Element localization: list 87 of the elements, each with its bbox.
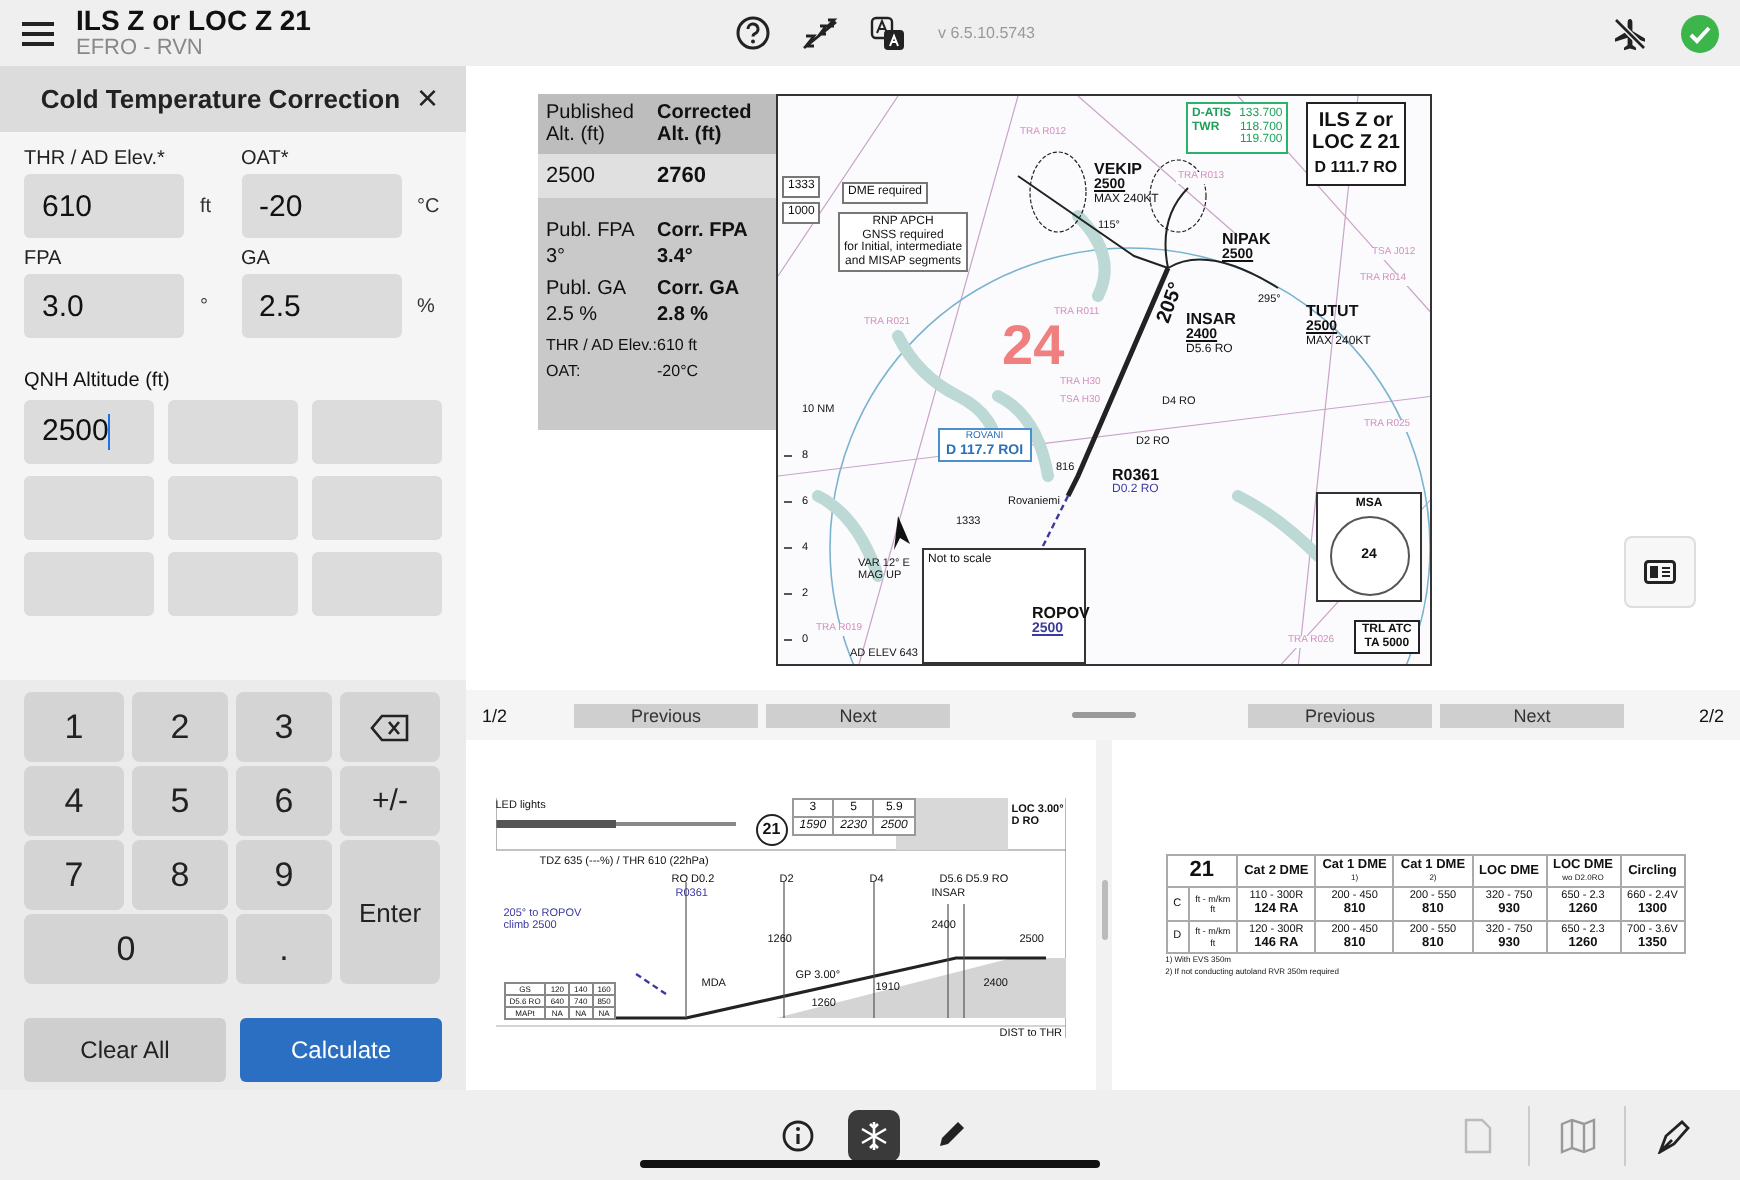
- input-field[interactable]: [312, 400, 442, 464]
- keypad-key[interactable]: 8: [132, 840, 228, 910]
- input-field[interactable]: [168, 400, 298, 464]
- map-icon: [1559, 1117, 1595, 1153]
- previous-button[interactable]: Previous: [1248, 703, 1432, 727]
- scroll-indicator: [1101, 880, 1107, 940]
- table-cell-text: 2.5 %: [546, 304, 600, 326]
- table-cell-text: Corr. FPA: [657, 220, 750, 242]
- clear-button[interactable]: Clear All: [24, 1018, 226, 1082]
- keypad-key[interactable]: 9: [236, 840, 332, 910]
- backspace-key[interactable]: [340, 692, 440, 762]
- input-field[interactable]: [168, 476, 298, 540]
- keypad-key[interactable]: +/-: [340, 766, 440, 836]
- keypad-key[interactable]: 0: [24, 914, 228, 984]
- input-field[interactable]: 2500: [24, 400, 154, 464]
- field-label: THR / AD Elev.*: [24, 148, 167, 170]
- snowflake-icon: [858, 1119, 890, 1151]
- translate-icon[interactable]: [870, 15, 906, 51]
- chart-title: ILS Z or LOC Z 21: [76, 6, 313, 36]
- pen-icon: [1655, 1117, 1691, 1153]
- keypad-key[interactable]: 3: [236, 692, 332, 762]
- unit-label: °C: [417, 195, 440, 217]
- toolbar-button[interactable]: [848, 1109, 900, 1161]
- input-field[interactable]: [312, 476, 442, 540]
- field-label: FPA: [24, 248, 64, 270]
- input-field[interactable]: 610: [24, 174, 184, 238]
- unit-label: %: [417, 295, 435, 317]
- keypad-key[interactable]: .: [236, 914, 332, 984]
- keypad-key[interactable]: 6: [236, 766, 332, 836]
- pencil-icon: [934, 1119, 966, 1151]
- table-cell-text: 2.8 %: [657, 304, 711, 326]
- keypad-key[interactable]: 1: [24, 692, 124, 762]
- table-cell-text: Corrected Alt. (ft): [657, 102, 754, 146]
- runway-label: 21: [755, 813, 788, 845]
- keypad-key[interactable]: 4: [24, 766, 124, 836]
- calculate-button[interactable]: Calculate: [240, 1018, 442, 1082]
- keypad-key[interactable]: 5: [132, 766, 228, 836]
- version-label: v 6.5.10.5743: [938, 24, 1035, 42]
- enter-key[interactable]: Enter: [340, 840, 440, 984]
- input-field[interactable]: -20: [241, 174, 401, 238]
- table-cell: 21: [1166, 855, 1238, 887]
- table-cell-text: OAT:: [546, 362, 583, 380]
- resize-handle[interactable]: [1071, 712, 1135, 718]
- table-cell-text: Publ. FPA: [546, 220, 637, 242]
- unit-label: °: [200, 295, 208, 317]
- input-field[interactable]: 3.0: [24, 274, 184, 338]
- field-label: OAT*: [241, 148, 291, 170]
- next-button[interactable]: Next: [1440, 703, 1624, 727]
- table-cell: THR / AD Elev.:: [546, 336, 657, 354]
- page-indicator: 2/2: [1696, 705, 1726, 725]
- table-cell-text: Publ. GA: [546, 278, 629, 300]
- table-cell-text: 3°: [546, 246, 568, 268]
- field-label: QNH Altitude (ft): [22, 368, 172, 396]
- help-icon[interactable]: [736, 16, 770, 50]
- table-cell-text: 3.4°: [657, 246, 695, 268]
- keypad-key[interactable]: 7: [24, 840, 124, 910]
- table-cell-text: Corr. GA: [657, 278, 742, 300]
- info-icon: [782, 1119, 814, 1151]
- field-label: GA: [241, 248, 272, 270]
- input-field[interactable]: [24, 552, 154, 616]
- close-button[interactable]: ×: [416, 78, 438, 120]
- status-ok-icon[interactable]: [1680, 13, 1720, 53]
- msa-label: 24: [1002, 316, 1065, 377]
- previous-button[interactable]: Previous: [574, 703, 758, 727]
- panel-toggle-button[interactable]: [1624, 536, 1696, 608]
- airport-subtitle: EFRO - RVN: [76, 36, 205, 60]
- table-cell-text: 2760: [657, 164, 708, 188]
- input-field[interactable]: 2.5: [241, 274, 401, 338]
- table-cell-text: -20°C: [657, 362, 701, 380]
- input-field[interactable]: [312, 552, 442, 616]
- input-field[interactable]: [168, 552, 298, 616]
- table-cell-text: Published Alt. (ft): [546, 102, 636, 146]
- airplane-off-icon[interactable]: [1612, 15, 1648, 51]
- page-indicator: 1/2: [480, 705, 510, 725]
- course-label: 205°: [1153, 279, 1189, 327]
- unit-label: ft: [200, 195, 212, 217]
- sidebar-icon: [1644, 560, 1676, 584]
- panel-title: Cold Temperature Correction: [38, 84, 403, 114]
- table-cell-text: 610 ft: [657, 336, 700, 354]
- chart-title-box: ILS Z or LOC Z 21 D 111.7 RO: [1306, 102, 1406, 186]
- input-field[interactable]: [24, 476, 154, 540]
- backspace-icon: [370, 713, 410, 741]
- menu-icon[interactable]: [20, 19, 56, 47]
- table-cell-text: 2500: [546, 164, 597, 188]
- keypad-key[interactable]: 2: [132, 692, 228, 762]
- next-button[interactable]: Next: [766, 703, 950, 727]
- sleep-off-icon[interactable]: [802, 17, 838, 49]
